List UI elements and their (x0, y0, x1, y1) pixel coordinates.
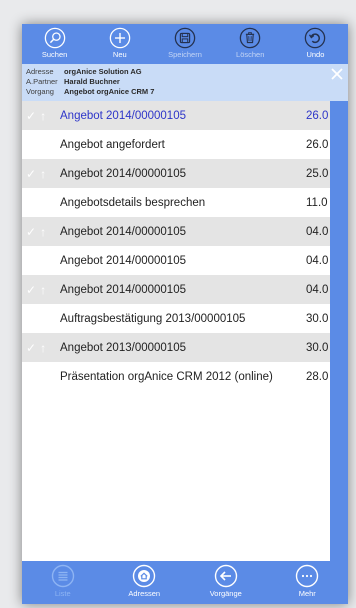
row-status-icons: ✓ ↑ (22, 226, 60, 238)
check-icon: ✓ (26, 282, 37, 297)
undo-icon (305, 27, 326, 49)
list-item-date: 04.0 (306, 283, 329, 296)
check-icon: ✓ (26, 166, 37, 181)
search-icon (44, 27, 65, 49)
nav-list-label: Liste (54, 589, 71, 598)
list-item-title: Auftragsbestätigung 2013/00000105 (60, 312, 246, 325)
row-status-icons: ✓ ↑ (22, 342, 60, 354)
list-item-title: Angebot 2014/00000105 (60, 283, 186, 296)
arrow-up-icon: ↑ (40, 340, 47, 355)
close-icon[interactable] (330, 67, 344, 81)
check-icon: ✓ (26, 108, 37, 123)
list-item-title: Angebot 2014/00000105 (60, 225, 186, 238)
list-item-title: Angebot 2014/00000105 (60, 109, 186, 122)
list-item-date: 04.0 (306, 225, 329, 238)
arrow-up-icon: ↑ (40, 108, 47, 123)
row-status-icons: ✓ ↑ (22, 284, 60, 296)
check-icon: ✓ (26, 224, 37, 239)
list-item[interactable]: Angebot 2014/00000105 04.0 (22, 246, 330, 275)
list-item[interactable]: Angebotsdetails besprechen 11.0 (22, 188, 330, 217)
list-item[interactable]: ✓ ↑ Angebot 2014/00000105 04.0 (22, 217, 330, 246)
delete-button-label: Löschen (236, 50, 265, 59)
list-item-date: 11.0 (306, 196, 328, 209)
trash-icon (239, 27, 261, 49)
list-item-title: Angebot 2014/00000105 (60, 254, 186, 267)
list-item-date: 28.0 (306, 370, 329, 383)
row-status-icons: ✓ ↑ (22, 110, 60, 122)
nav-processes-button[interactable]: Vorgänge (185, 561, 267, 604)
list-item-date: 30.0 (306, 341, 329, 354)
undo-button[interactable]: Undo (283, 24, 348, 64)
nav-more-label: Mehr (298, 589, 316, 598)
list-item[interactable]: ✓ ↑ Angebot 2014/00000105 26.0 (22, 101, 330, 130)
home-icon (133, 564, 156, 588)
arrow-left-icon (214, 564, 237, 588)
check-icon: ✓ (26, 340, 37, 355)
list-item-title: Angebot 2014/00000105 (60, 167, 186, 180)
more-icon (296, 564, 319, 588)
info-row-partner: A.Partner Harald Buchner (26, 77, 348, 87)
list-item[interactable]: ✓ ↑ Angebot 2014/00000105 04.0 (22, 275, 330, 304)
arrow-up-icon: ↑ (40, 282, 47, 297)
nav-addresses-button[interactable]: Adressen (104, 561, 186, 604)
adresse-value[interactable]: orgAnice Solution AG (64, 67, 142, 77)
info-row-adresse: Adresse orgAnice Solution AG (26, 67, 348, 77)
search-button[interactable]: Suchen (22, 24, 87, 64)
vorgang-label: Vorgang (26, 87, 54, 96)
new-button[interactable]: Neu (87, 24, 152, 64)
vorgang-value[interactable]: Angebot orgAnice CRM 7 (64, 87, 154, 97)
list-item[interactable]: Auftragsbestätigung 2013/00000105 30.0 (22, 304, 330, 333)
arrow-up-icon: ↑ (40, 224, 47, 239)
bottom-nav: Liste Adressen Vorgänge Mehr (22, 561, 348, 604)
save-button-label: Speichern (168, 50, 202, 59)
arrow-up-icon: ↑ (40, 166, 47, 181)
list-item-title: Angebot 2013/00000105 (60, 341, 186, 354)
list-item-title: Präsentation orgAnice CRM 2012 (online) (60, 370, 273, 383)
nav-more-button[interactable]: Mehr (267, 561, 349, 604)
info-row-vorgang: Vorgang Angebot orgAnice CRM 7 (26, 87, 348, 97)
list-item[interactable]: Präsentation orgAnice CRM 2012 (online) … (22, 362, 330, 391)
save-icon (174, 27, 196, 49)
list-item-date: 26.0 (306, 109, 329, 122)
top-toolbar: Suchen Neu Speichern Löschen Undo (22, 24, 348, 64)
list-item-date: 04.0 (306, 254, 329, 267)
partner-value[interactable]: Harald Buchner (64, 77, 120, 87)
search-button-label: Suchen (41, 50, 68, 59)
nav-processes-label: Vorgänge (209, 589, 242, 598)
nav-list-button[interactable]: Liste (22, 561, 104, 604)
list-item-date: 30.0 (306, 312, 329, 325)
new-button-label: Neu (112, 50, 127, 59)
row-status-icons: ✓ ↑ (22, 168, 60, 180)
list-item[interactable]: ✓ ↑ Angebot 2013/00000105 30.0 (22, 333, 330, 362)
adresse-label: Adresse (26, 67, 54, 76)
vertical-scrollbar[interactable] (330, 101, 348, 585)
list-item-title: Angebotsdetails besprechen (60, 196, 206, 209)
context-info-bar: Adresse orgAnice Solution AG A.Partner H… (22, 64, 348, 101)
save-button[interactable]: Speichern (152, 24, 217, 64)
list-item[interactable]: ✓ ↑ Angebot 2014/00000105 25.0 (22, 159, 330, 188)
list-item-date: 25.0 (306, 167, 329, 180)
nav-addresses-label: Adressen (128, 589, 161, 598)
partner-label: A.Partner (26, 77, 58, 86)
app-window: Suchen Neu Speichern Löschen Undo Adress… (22, 24, 348, 604)
activity-list: ✓ ↑ Angebot 2014/00000105 26.0 Angebot an… (22, 101, 330, 585)
list-item[interactable]: Angebot angefordert 26.0 (22, 130, 330, 159)
list-item-title: Angebot angefordert (60, 138, 165, 151)
undo-button-label: Undo (306, 50, 325, 59)
delete-button[interactable]: Löschen (218, 24, 283, 64)
list-item-date: 26.0 (306, 138, 329, 151)
plus-icon (109, 27, 131, 49)
list-icon (51, 564, 74, 588)
